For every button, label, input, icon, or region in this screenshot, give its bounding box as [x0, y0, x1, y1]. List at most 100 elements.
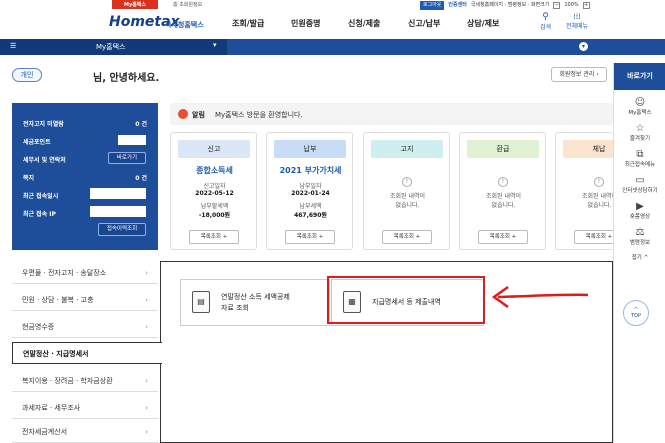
left-menu-label: 연말정산 · 지급명세서: [23, 350, 89, 358]
card-value: 2022-05-12: [195, 190, 234, 197]
left-menu-item-mail[interactable]: 우편물 · 전자고지 · 송달장소 ›: [12, 262, 158, 284]
left-menu-item-taxdata[interactable]: 과세자료 · 세무조사 ›: [12, 397, 158, 419]
card-title[interactable]: 2021 부가가치세: [267, 165, 354, 176]
home-link[interactable]: 홈 초회원정보: [173, 0, 202, 10]
all-menu-button[interactable]: ⁞⁞⁞ 전체메뉴: [566, 12, 588, 30]
user-name-redacted: [60, 67, 90, 82]
gnb-item-filing[interactable]: 신고/납부: [408, 18, 440, 29]
quick-item-my[interactable]: ☺ My홈택스: [614, 97, 665, 116]
highlight-box: [327, 276, 485, 324]
nav-expand-icon[interactable]: ▾: [579, 42, 588, 51]
hamburger-icon[interactable]: ☰: [10, 42, 16, 50]
card-head: 납부: [274, 140, 346, 158]
zoom-in-icon[interactable]: +: [582, 1, 590, 9]
left-menu-label: 민원 · 상담 · 불복 · 고충: [22, 296, 94, 304]
scroll-top-button[interactable]: ^ TOP: [623, 300, 649, 326]
my-hometax-tab[interactable]: My홈택스: [112, 0, 158, 9]
zoom-level: 100%: [564, 2, 579, 8]
card-value: 467,690원: [294, 212, 327, 219]
recent-access-redacted: [90, 188, 146, 199]
chevron-right-icon: ›: [145, 269, 148, 277]
gavel-icon: ⚖: [635, 227, 645, 238]
grid-icon: ⁞⁞⁞: [573, 12, 581, 21]
access-history-button[interactable]: 접속이력조회: [98, 223, 146, 236]
list-view-button[interactable]: 목록조회 +: [478, 230, 528, 244]
member-info-button[interactable]: 회원정보 관리 ›: [551, 67, 607, 82]
left-menu-item-einvoice[interactable]: 전자세금계산서 ›: [12, 421, 158, 443]
user-type-badge: 개인: [12, 68, 42, 82]
quick-bar: 바로가기 ☺ My홈택스 ☆ 즐겨찾기 ⧉ 최근접속메뉴 ▭ 인터넷상담하기 ▶ 숏폼영상…: [613, 63, 665, 443]
card-head: 환급: [467, 140, 539, 158]
logo-subtitle: 국세청홈택스: [165, 21, 204, 29]
quick-item-video[interactable]: ▶ 숏폼영상: [614, 201, 665, 220]
person-icon: ☺: [634, 97, 646, 108]
top-utility-bar: My홈택스 홈 초회원정보 로그아웃 인증센터 국세청홈페이지 · 범령정보 ·…: [0, 0, 665, 10]
notice-bar: 알림 My홈택스 방문을 환영합니다.: [170, 103, 613, 125]
point-label: 세금포인트: [23, 139, 51, 146]
left-menu-item-welfare[interactable]: 복지이용 · 장려금 · 학자금상환 ›: [12, 370, 158, 392]
recent-ip-label: 최근 접속 IP: [23, 211, 56, 218]
chevron-down-icon[interactable]: ▾: [213, 41, 217, 49]
notice-message: My홈택스 방문을 환영합니다.: [215, 111, 303, 119]
list-view-button[interactable]: 목록조회 +: [574, 230, 613, 244]
red-arrow-annotation: [491, 285, 589, 309]
logout-button[interactable]: 로그아웃: [420, 0, 445, 10]
info-icon: !: [498, 177, 508, 187]
cert-center-link[interactable]: 인증센터: [448, 0, 466, 10]
quick-item-label: 인터넷상담하기: [622, 188, 658, 194]
gnb-item-inquiry[interactable]: 조회/발급: [232, 18, 264, 29]
chevron-right-icon: ›: [145, 296, 148, 304]
unread-count[interactable]: 0 건: [135, 119, 147, 128]
left-menu-label: 과세자료 · 세무조사: [22, 404, 81, 412]
search-label: 검색: [540, 24, 552, 31]
chevron-right-icon: ›: [145, 428, 148, 436]
note-count[interactable]: 0 건: [135, 173, 147, 182]
card-empty-text: 조회된 내역이 없습니다.: [581, 193, 613, 209]
list-view-button[interactable]: 목록조회 +: [189, 230, 239, 244]
gnb-item-consult[interactable]: 상담/제보: [467, 18, 499, 29]
agent-link-button[interactable]: 바로가기: [108, 152, 146, 164]
left-menu-item-receipt[interactable]: 현금영수증 ›: [12, 316, 158, 338]
card-label: 납부할세액: [200, 203, 229, 210]
info-icon: !: [402, 177, 412, 187]
gnb-item-application[interactable]: 신청/제출: [348, 18, 380, 29]
zoom-out-icon[interactable]: −: [553, 1, 561, 9]
quick-item-favorites[interactable]: ☆ 즐겨찾기: [614, 123, 665, 142]
quick-item-law[interactable]: ⚖ 범령정보: [614, 227, 665, 246]
left-menu-item-civil[interactable]: 민원 · 상담 · 불복 · 고충 ›: [12, 289, 158, 311]
left-menu-label: 현금영수증: [22, 323, 55, 331]
card-value: 2022-01-24: [291, 190, 330, 197]
card-label: 납부세액: [299, 203, 322, 210]
recent-icon: ⧉: [636, 149, 644, 160]
agent-label: 세무서 및 연락처: [23, 157, 66, 164]
chevron-right-icon: ›: [145, 377, 148, 385]
unread-label: 전자고지 미열람: [23, 121, 64, 128]
card-empty-text: 조회된 내역이 없습니다.: [485, 193, 522, 209]
service-deduction-inquiry[interactable]: ▤ 연말정산 소득 세액공제 자료 조회: [180, 279, 330, 326]
left-menu-item-yearend[interactable]: 연말정산 · 지급명세서: [12, 342, 162, 364]
quick-collapse[interactable]: 접기 ^: [614, 253, 665, 261]
quick-item-label: 최근접속메뉴: [624, 162, 656, 168]
left-menu-label: 전자세금계산서: [22, 428, 68, 436]
card-label: 신고일자: [203, 183, 226, 190]
gnb-item-certificate[interactable]: 민원증명: [291, 18, 320, 29]
left-menu-label: 우편물 · 전자고지 · 송달장소: [22, 269, 107, 277]
play-icon: ▶: [636, 201, 644, 212]
notice-tag: 알림: [192, 111, 205, 119]
list-view-button[interactable]: 목록조회 +: [382, 230, 432, 244]
nav-current-label[interactable]: My홈택스: [96, 42, 126, 52]
search-icon: ⚲: [542, 12, 549, 22]
greeting-text: 님, 안녕하세요.: [93, 73, 160, 84]
main-nav: ☰ My홈택스 ▾ ▾: [0, 39, 665, 55]
card-filing: 신고 종합소득세 신고일자 2022-05-12 납부할세액 -18,000원 …: [170, 132, 257, 250]
card-title[interactable]: 종합소득세: [171, 165, 258, 176]
list-view-button[interactable]: 목록조회 +: [285, 230, 335, 244]
quick-item-consult[interactable]: ▭ 인터넷상담하기: [614, 175, 665, 194]
quick-item-recent[interactable]: ⧉ 최근접속메뉴: [614, 149, 665, 168]
point-value-redacted: [118, 135, 146, 145]
card-label: 납부일자: [299, 183, 322, 190]
service-title: 연말정산 소득 세액공제 자료 조회: [221, 293, 290, 312]
card-head: 체납: [563, 140, 613, 158]
utility-link-group[interactable]: 국세청홈페이지 · 범령정보 · 화면크기: [471, 0, 550, 10]
search-button[interactable]: ⚲ 검색: [540, 12, 551, 31]
